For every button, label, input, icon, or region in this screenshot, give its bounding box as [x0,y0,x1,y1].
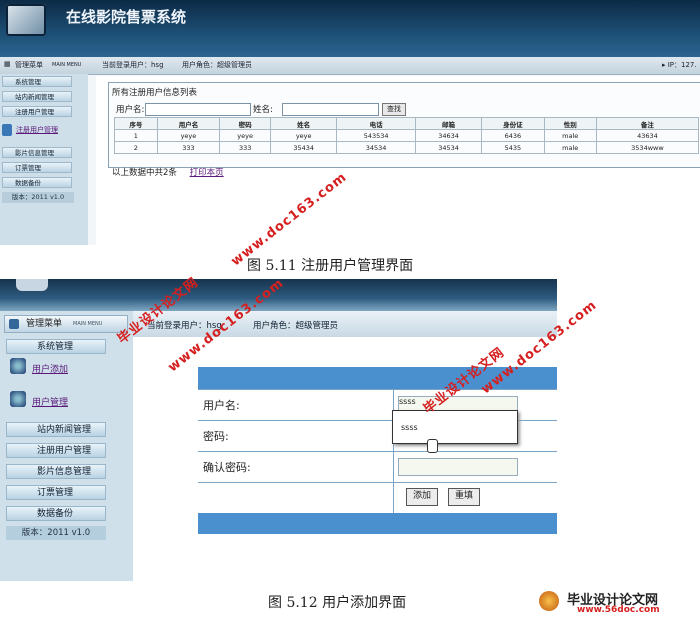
table-cell: 6436 [481,129,545,142]
column-divider [393,452,394,482]
form-row-buttons: 添加 重填 [198,482,557,513]
logo-mark-icon [539,591,559,611]
table-cell: 543534 [336,129,416,142]
sidebar-item-backup[interactable]: 数据备份 [2,177,72,188]
sidebar-item-tickets[interactable]: 订票管理 [6,485,106,500]
col-password: 密码 [219,117,272,130]
monitor-logo-icon [6,4,46,36]
username-label: 用户名: [203,399,240,412]
menu-header-sub: MAIN MENU [52,62,82,68]
table-cell: yeye [156,129,221,142]
add-button[interactable]: 添加 [406,488,438,506]
table-cell: 5435 [481,141,545,154]
user-manage-icon [10,391,26,407]
sidebar-link-user-manage[interactable]: 用户管理 [32,395,68,408]
caption-5-12: 图 5.12 用户添加界面 [268,595,407,611]
col-email: 邮箱 [414,117,483,130]
form-row-confirm: 确认密码: [198,451,557,482]
search-username-input[interactable] [145,103,251,116]
hand-cursor-icon [427,439,438,453]
table-footer: 以上数据中共2条 打印本页 [112,166,224,178]
menu-header-icon: ▦ [4,60,11,68]
col-phone: 电话 [336,117,416,130]
screenshot-user-add: 管理菜单 MAIN MENU 系统管理 用户添加 用户管理 站内新闻管理 注册用… [0,279,557,581]
user-role: 用户角色：超级管理员 [182,61,252,69]
sidebar-item-movies[interactable]: 影片信息管理 [2,147,72,158]
confirm-password-input[interactable] [398,458,518,476]
menu-header-label: 管理菜单 [15,61,43,69]
search-name-label: 姓名: [253,105,273,115]
table-cell: yeye [219,129,272,142]
sidebar-item-backup[interactable]: 数据备份 [6,506,106,521]
sidebar-item-users[interactable]: 注册用户管理 [6,443,106,458]
autocomplete-option[interactable]: ssss [401,423,418,432]
table-cell: 2 [114,141,158,154]
table-row: 1 yeye yeye yeye 543534 34634 6436 male … [114,129,700,142]
user-table: 序号 用户名 密码 姓名 电话 邮箱 身份证 性别 备注 1 yeye yeye… [114,117,700,154]
col-name: 姓名 [270,117,338,130]
reset-button[interactable]: 重填 [448,488,480,506]
search-name-input[interactable] [282,103,379,116]
table-cell: 34534 [336,141,416,154]
sidebar-item-news[interactable]: 站内新闻管理 [6,422,106,437]
site-logo: 毕业设计论文网 www.56doc.com [535,587,700,620]
table-cell: 34634 [414,129,483,142]
screenshot-user-list: 在线影院售票系统 ▦ 管理菜单 MAIN MENU 当前登录用户：hsg 用户角… [0,0,700,245]
logo-url: www.56doc.com [577,605,660,615]
table-cell: male [543,129,597,142]
status-bar: 当前登录用户：hsg 用户角色：超级管理员 [133,311,557,337]
sidebar-item-system[interactable]: 系统管理 [6,339,106,354]
sidebar: 管理菜单 MAIN MENU 系统管理 用户添加 用户管理 站内新闻管理 注册用… [0,311,133,581]
menu-header: 管理菜单 MAIN MENU [4,315,128,333]
panel-title: 所有注册用户信息列表 [112,88,198,98]
col-username: 用户名 [156,117,221,130]
user-manage-icon [2,124,12,136]
current-user: 当前登录用户：hsg [102,61,164,69]
table-cell: 34534 [414,141,483,154]
table-header-row: 序号 用户名 密码 姓名 电话 邮箱 身份证 性别 备注 [114,117,700,130]
col-idcard: 身份证 [481,117,545,130]
col-gender: 性别 [543,117,597,130]
ip-label: ▸ IP：127. [662,61,697,69]
autocomplete-dropdown[interactable]: ssss [392,410,518,444]
column-divider [393,483,394,513]
table-cell: 43634 [595,129,700,142]
print-link[interactable]: 打印本页 [190,168,224,178]
caption-5-11: 图 5.11 注册用户管理界面 [247,258,414,274]
menu-icon [9,319,19,329]
sidebar-item-tickets[interactable]: 订票管理 [2,162,72,173]
table-cell: 1 [114,129,158,142]
table-cell: 333 [156,141,221,154]
col-note: 备注 [595,117,700,130]
sidebar-item-users[interactable]: 注册用户管理 [2,106,72,117]
table-cell: 35434 [270,141,338,154]
version-label: 版本：2011 v1.0 [6,526,106,540]
search-button[interactable]: 查找 [382,103,406,116]
sidebar-link-users-active[interactable]: 注册用户管理 [16,125,96,139]
version-label: 版本：2011 v1.0 [2,192,74,203]
table-cell: male [543,141,597,154]
user-role: 用户角色：超级管理员 [253,321,339,331]
table-cell: 333 [219,141,272,154]
menu-header-label: 管理菜单 [26,319,63,329]
sidebar: 系统管理 站内新闻管理 注册用户管理 注册用户管理 影片信息管理 订票管理 数据… [0,74,88,245]
sidebar-item-system[interactable]: 系统管理 [2,76,72,87]
sidebar-item-news[interactable]: 站内新闻管理 [2,91,72,102]
sidebar-item-movies[interactable]: 影片信息管理 [6,464,106,479]
search-username-label: 用户名: [116,105,145,115]
monitor-logo-icon [16,279,48,291]
app-title: 在线影院售票系统 [66,8,187,26]
user-add-icon [10,358,26,374]
col-index: 序号 [114,117,158,130]
sidebar-link-user-add[interactable]: 用户添加 [32,362,68,375]
record-count: 以上数据中共2条 [112,168,177,178]
status-bar: ▦ 管理菜单 MAIN MENU 当前登录用户：hsg 用户角色：超级管理员 ▸… [0,57,700,75]
password-label: 密码: [203,430,229,443]
table-cell: yeye [270,129,338,142]
menu-header-sub: MAIN MENU [73,321,103,327]
table-cell: 3534www [595,141,700,154]
confirm-password-label: 确认密码: [203,461,251,474]
table-row: 2 333 333 35434 34534 34534 5435 male 35… [114,141,700,154]
